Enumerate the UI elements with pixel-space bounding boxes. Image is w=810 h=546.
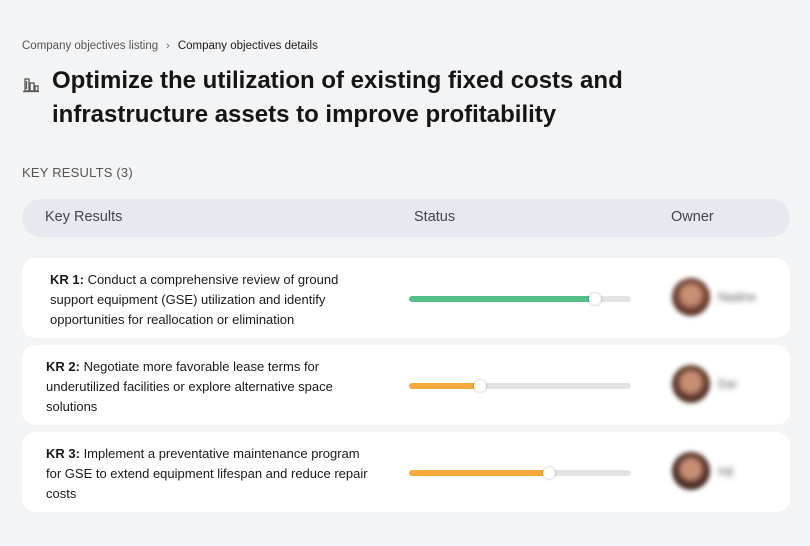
key-result-description: KR 2: Negotiate more favorable lease ter…	[46, 357, 376, 417]
owner[interactable]: Nadine	[672, 278, 756, 316]
avatar	[672, 365, 710, 403]
progress-fill	[409, 296, 596, 302]
key-result-prefix: KR 3:	[46, 446, 84, 461]
breadcrumb-current: Company objectives details	[177, 40, 318, 52]
progress-track	[409, 380, 631, 392]
owner-name: Inji	[718, 464, 734, 478]
key-result-text: Implement a preventative maintenance pro…	[46, 446, 368, 501]
key-result-prefix: KR 2:	[46, 359, 84, 374]
chevron-right-icon: ›	[166, 40, 170, 52]
column-header-key-results: Key Results	[45, 209, 123, 225]
key-result-prefix: KR 1:	[50, 272, 88, 287]
progress-knob[interactable]	[474, 380, 487, 392]
key-results-count-label: KEY RESULTS (3)	[22, 165, 133, 180]
page-title: Optimize the utilization of existing fix…	[52, 67, 623, 128]
progress-knob[interactable]	[589, 293, 602, 305]
key-result-row[interactable]: KR 2: Negotiate more favorable lease ter…	[22, 345, 790, 425]
progress-fill	[409, 470, 549, 476]
key-result-description: KR 3: Implement a preventative maintenan…	[46, 444, 376, 504]
progress-knob[interactable]	[542, 467, 555, 479]
progress-track	[409, 293, 631, 305]
owner-name: Nadine	[718, 290, 757, 304]
avatar	[672, 278, 710, 316]
progress-fill	[409, 383, 481, 389]
objective-header: Optimize the utilization of existing fix…	[22, 64, 672, 132]
owner-name: Dai	[718, 377, 737, 391]
progress-track	[409, 467, 631, 479]
key-result-row[interactable]: KR 3: Implement a preventative maintenan…	[22, 432, 790, 512]
owner[interactable]: Inji	[672, 452, 733, 490]
table-header: Key Results Status Owner	[22, 199, 790, 237]
building-chart-icon	[23, 78, 39, 93]
key-result-row[interactable]: KR 1: Conduct a comprehensive review of …	[22, 258, 790, 338]
breadcrumb: Company objectives listing › Company obj…	[22, 40, 318, 52]
owner[interactable]: Dai	[672, 365, 736, 403]
key-result-description: KR 1: Conduct a comprehensive review of …	[50, 270, 380, 330]
breadcrumb-link-objectives-listing[interactable]: Company objectives listing	[22, 40, 158, 52]
avatar	[672, 452, 710, 490]
key-result-text: Negotiate more favorable lease terms for…	[46, 359, 333, 414]
column-header-owner: Owner	[671, 209, 714, 225]
column-header-status: Status	[414, 209, 456, 225]
key-result-text: Conduct a comprehensive review of ground…	[50, 272, 339, 327]
